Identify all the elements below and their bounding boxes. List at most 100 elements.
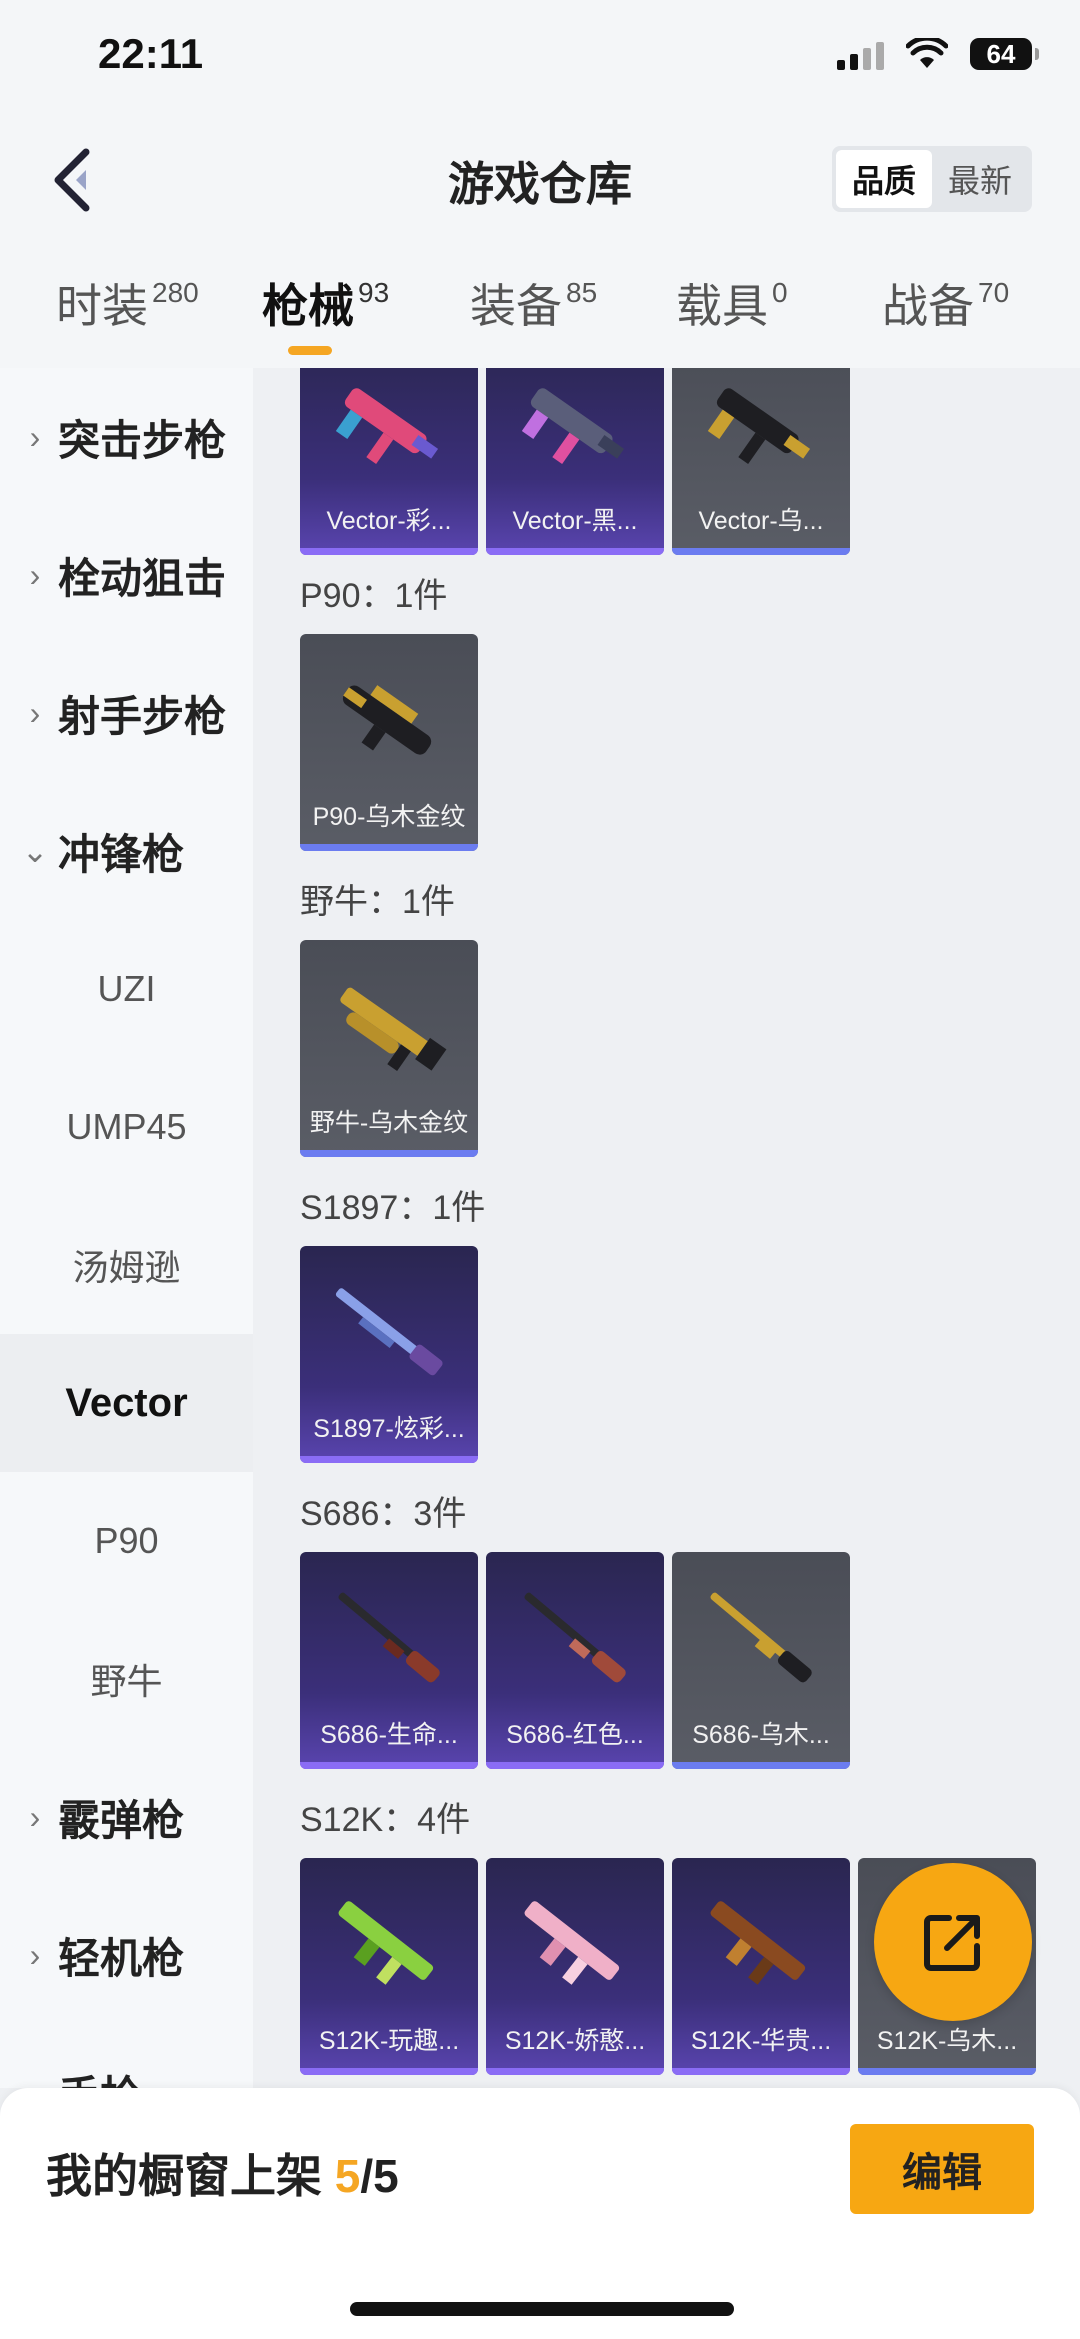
weapon-icon (335, 388, 439, 465)
status-bar: 22:11 64 (0, 0, 1080, 120)
rarity-stripe (672, 1762, 850, 1769)
rarity-stripe (672, 548, 850, 555)
back-button[interactable] (42, 142, 112, 218)
tab-label: 装备 (470, 280, 562, 332)
tab-supplies[interactable]: 战备 70 (882, 270, 1009, 336)
weapon-icon (340, 987, 447, 1071)
item-card[interactable]: S686-红色... (486, 1552, 664, 1769)
sidebar-item-pistol[interactable]: › 手枪 (0, 2024, 253, 2089)
item-name: S1897-炫彩... (313, 1415, 465, 1443)
item-card[interactable]: P90-乌木金纹 (300, 634, 478, 851)
tab-count: 85 (566, 277, 598, 308)
sidebar-item-bolt-sniper[interactable]: › 栓动狙击 (0, 506, 253, 644)
item-card[interactable]: Vector-黑... (486, 368, 664, 555)
weapon-icon (521, 388, 625, 465)
edit-button[interactable]: 编辑 (850, 2124, 1034, 2214)
status-icons: 64 (837, 38, 1039, 70)
rarity-stripe (486, 548, 664, 555)
sort-quality-button[interactable]: 品质 (836, 150, 932, 208)
item-card[interactable]: Vector-乌... (672, 368, 850, 555)
showcase-label: 我的橱窗上架 (46, 2150, 335, 2202)
sort-toggle: 品质 最新 (832, 146, 1032, 212)
weapon-icon (710, 1901, 806, 1985)
tab-vehicles[interactable]: 载具 0 (676, 270, 788, 336)
chevron-right-icon: › (29, 418, 41, 455)
item-card[interactable]: 野牛-乌木金纹 (300, 940, 478, 1157)
section-label-bison: 野牛：1件 (300, 883, 455, 921)
item-name: S686-红色... (506, 1721, 644, 1749)
sidebar-item-label: 栓动狙击 (58, 554, 227, 602)
item-card[interactable]: S12K-玩趣... (300, 1858, 478, 2075)
item-row-p90: P90-乌木金纹 (300, 634, 478, 851)
sidebar-item-lmg[interactable]: › 轻机枪 (0, 1886, 253, 2024)
sidebar-subitem-bison[interactable]: 野牛 (0, 1610, 253, 1748)
item-name: S12K-华贵... (690, 2027, 832, 2055)
sidebar-item-shotgun[interactable]: › 霰弹枪 (0, 1748, 253, 1886)
item-row-bison: 野牛-乌木金纹 (300, 940, 478, 1157)
tab-count: 0 (772, 277, 788, 308)
weapon-icon (338, 1592, 440, 1683)
category-tabs: 时装 280 枪械 93 装备 85 载具 0 战备 70 (0, 240, 1080, 368)
weapon-icon (335, 1288, 443, 1376)
rarity-stripe (300, 844, 478, 851)
sidebar-item-marksman-rifle[interactable]: › 射手步枪 (0, 644, 253, 782)
share-button[interactable] (874, 1863, 1032, 2021)
tab-count: 70 (978, 277, 1010, 308)
item-name: P90-乌木金纹 (312, 803, 466, 831)
item-card[interactable]: S686-生命... (300, 1552, 478, 1769)
sidebar-subitem-vector[interactable]: Vector (0, 1334, 253, 1472)
item-name: S686-生命... (320, 1721, 458, 1749)
item-name: S12K-玩趣... (318, 2027, 460, 2055)
showcase-total: /5 (360, 2150, 399, 2202)
tab-outfits[interactable]: 时装 280 (56, 270, 199, 336)
rarity-stripe (300, 1762, 478, 1769)
home-indicator (350, 2302, 734, 2316)
tab-label: 战备 (882, 280, 974, 332)
weapon-icon (707, 388, 811, 465)
tab-indicator (288, 346, 332, 355)
item-card[interactable]: S12K-娇憨... (486, 1858, 664, 2075)
weapon-icon (338, 1901, 434, 1985)
weapon-icon (342, 685, 432, 755)
item-name: Vector-黑... (512, 507, 638, 535)
sidebar-item-label: 轻机枪 (58, 1934, 185, 1982)
item-row-vector: Vector-彩... Vector-黑... Vector-乌... (300, 368, 850, 555)
item-card[interactable]: S1897-炫彩... (300, 1246, 478, 1463)
item-name: S686-乌木... (692, 1721, 830, 1749)
sort-newest-button[interactable]: 最新 (932, 150, 1028, 208)
sidebar-subitem-uzi[interactable]: UZI (0, 920, 253, 1058)
section-label-s1897: S1897：1件 (300, 1189, 486, 1227)
rarity-stripe (300, 1456, 478, 1463)
item-card[interactable]: Vector-彩... (300, 368, 478, 555)
sidebar-subitem-p90[interactable]: P90 (0, 1472, 253, 1610)
tab-count: 93 (358, 277, 390, 308)
status-time: 22:11 (98, 30, 204, 77)
chevron-right-icon: › (29, 694, 41, 731)
item-card[interactable]: S12K-华贵... (672, 1858, 850, 2075)
item-row-s1897: S1897-炫彩... (300, 1246, 478, 1463)
chevron-right-icon: › (29, 1936, 41, 1973)
rarity-stripe (858, 2068, 1036, 2075)
rarity-stripe (300, 2068, 478, 2075)
showcase-count: 5 (334, 2150, 361, 2202)
back-arrow-icon (54, 148, 90, 212)
sidebar-item-label: 霰弹枪 (58, 1796, 185, 1844)
item-name: Vector-彩... (326, 507, 452, 535)
sidebar-subitem-thompson[interactable]: 汤姆逊 (0, 1196, 253, 1334)
item-card[interactable]: S686-乌木... (672, 1552, 850, 1769)
section-label-p90: P90：1件 (300, 577, 448, 615)
rarity-stripe (300, 1150, 478, 1157)
item-name: S12K-娇憨... (504, 2027, 646, 2055)
header: 游戏仓库 品质 最新 (0, 120, 1080, 240)
section-label-s686: S686：3件 (300, 1495, 467, 1533)
rarity-stripe (486, 1762, 664, 1769)
tab-equipment[interactable]: 装备 85 (470, 270, 597, 336)
sidebar: › 突击步枪 › 栓动狙击 › 射手步枪 ⌄ 冲锋枪 UZI UMP45 汤姆逊 Vec… (0, 368, 253, 2088)
sidebar-item-assault-rifle[interactable]: › 突击步枪 (0, 368, 253, 506)
item-name: Vector-乌... (698, 507, 824, 535)
rarity-stripe (672, 2068, 850, 2075)
sidebar-subitem-ump45[interactable]: UMP45 (0, 1058, 253, 1196)
tab-firearms[interactable]: 枪械 93 (262, 270, 389, 336)
chevron-right-icon: › (20, 2075, 50, 2089)
sidebar-item-smg[interactable]: ⌄ 冲锋枪 (0, 782, 253, 920)
